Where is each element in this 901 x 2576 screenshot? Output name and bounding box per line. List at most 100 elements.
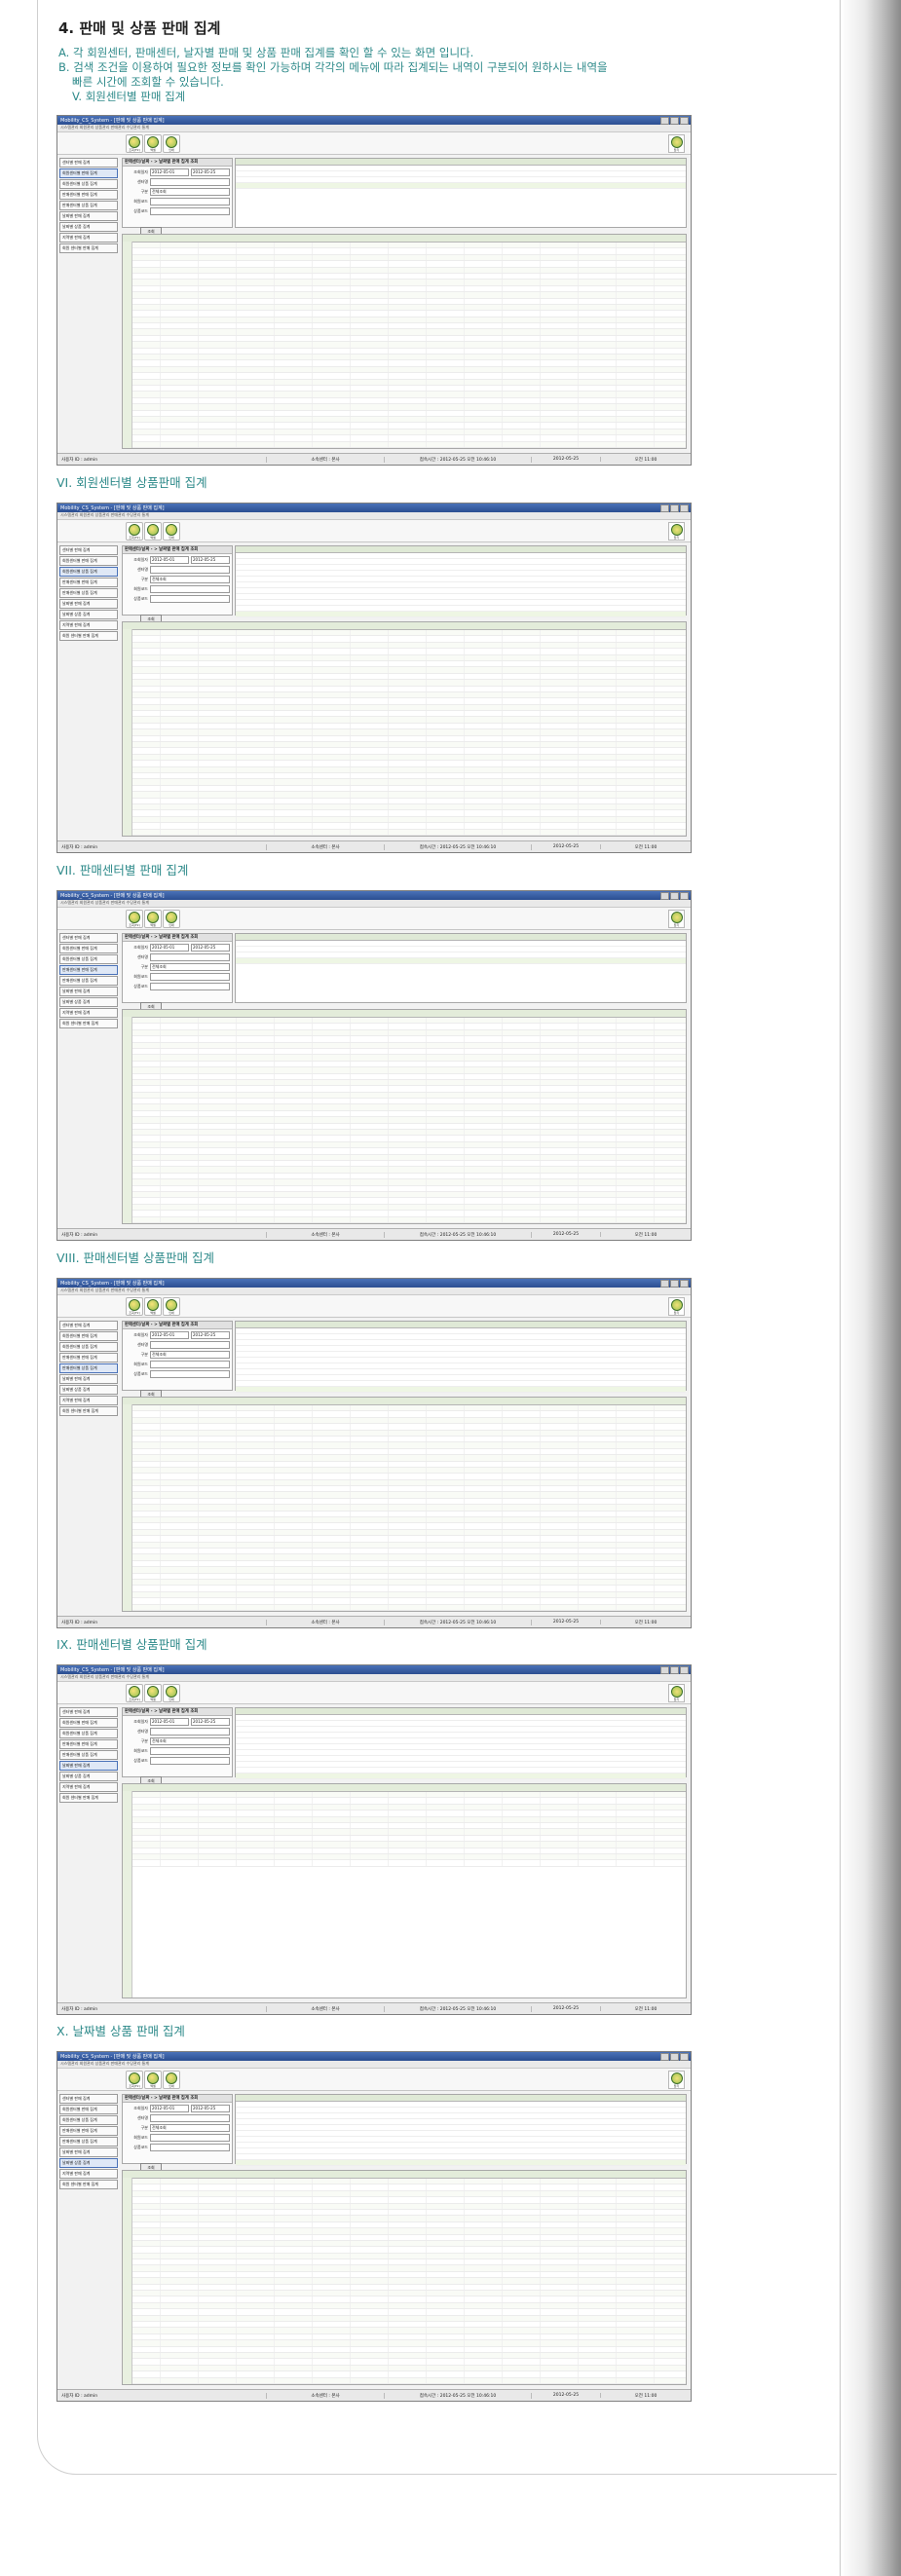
search-button[interactable]: 조회(F2) — [126, 1684, 143, 1702]
table-row[interactable] — [123, 1610, 686, 1611]
print-button[interactable]: 인쇄 — [163, 2071, 180, 2089]
date-to-input[interactable]: 2012-05-25 — [191, 944, 230, 952]
sidebar-item[interactable]: 판매센터별 판매 집계 — [59, 190, 118, 200]
summary-grid[interactable] — [235, 1707, 687, 1779]
member-input[interactable] — [150, 2134, 230, 2142]
search-button[interactable]: 조회(F2) — [126, 134, 143, 153]
product-input[interactable] — [150, 983, 230, 990]
sidebar-item[interactable]: 판매센터별 상품 집계 — [59, 1363, 118, 1373]
exit-button[interactable]: 닫기 — [668, 522, 685, 541]
member-input[interactable] — [150, 198, 230, 205]
maximize-icon[interactable] — [670, 891, 679, 900]
table-row[interactable] — [123, 447, 686, 448]
sidebar-item[interactable]: 날짜별 판매 집계 — [59, 987, 118, 996]
maximize-icon[interactable] — [670, 1279, 679, 1288]
member-input[interactable] — [150, 1747, 230, 1755]
detail-grid[interactable] — [122, 1783, 687, 1998]
sidebar-item[interactable]: 날짜별 상품 집계 — [59, 2158, 118, 2168]
sidebar-item[interactable]: 센터별 판매 집계 — [59, 1707, 118, 1717]
detail-grid[interactable] — [122, 234, 687, 449]
sidebar-item[interactable]: 센터별 판매 집계 — [59, 933, 118, 943]
center-select[interactable] — [150, 566, 230, 574]
sidebar-item[interactable]: 판매센터별 판매 집계 — [59, 965, 118, 975]
type-select[interactable]: 전체조회 — [150, 188, 230, 196]
sidebar-item[interactable]: 판매센터별 상품 집계 — [59, 2137, 118, 2147]
detail-grid[interactable] — [122, 1009, 687, 1224]
close-icon[interactable] — [680, 1665, 689, 1674]
sidebar-item[interactable]: 회원센터별 상품 집계 — [59, 1342, 118, 1352]
print-button[interactable]: 인쇄 — [163, 1297, 180, 1316]
table-row[interactable] — [123, 1860, 686, 1867]
sidebar-item[interactable]: 지역별 판매 집계 — [59, 1782, 118, 1792]
detail-grid[interactable] — [122, 1397, 687, 1612]
sidebar-item[interactable]: 날짜별 판매 집계 — [59, 211, 118, 221]
summary-grid[interactable] — [235, 545, 687, 617]
sidebar-item[interactable]: 회원센터별 상품 집계 — [59, 1729, 118, 1738]
sidebar-item[interactable]: 회원센터별 판매 집계 — [59, 1331, 118, 1341]
summary-grid[interactable] — [235, 1321, 687, 1393]
sidebar-item[interactable]: 회원 센터별 판매 집계 — [59, 243, 118, 253]
summary-grid[interactable] — [235, 158, 687, 228]
date-from-input[interactable]: 2012-05-01 — [150, 2105, 189, 2112]
excel-button[interactable]: 엑셀 — [144, 1297, 162, 1316]
excel-button[interactable]: 엑셀 — [144, 910, 162, 928]
excel-button[interactable]: 엑셀 — [144, 522, 162, 541]
sidebar-item[interactable]: 판매센터별 상품 집계 — [59, 588, 118, 598]
center-select[interactable] — [150, 1341, 230, 1349]
close-icon[interactable] — [680, 504, 689, 512]
sidebar-item[interactable]: 지역별 판매 집계 — [59, 2169, 118, 2179]
date-from-input[interactable]: 2012-05-01 — [150, 556, 189, 564]
summary-grid[interactable] — [235, 933, 687, 1003]
sidebar-item[interactable]: 판매센터별 판매 집계 — [59, 1353, 118, 1363]
date-from-input[interactable]: 2012-05-01 — [150, 1331, 189, 1339]
center-select[interactable] — [150, 178, 230, 186]
sidebar-item[interactable]: 회원센터별 판매 집계 — [59, 168, 118, 178]
sidebar-item[interactable]: 판매센터별 상품 집계 — [59, 976, 118, 986]
date-to-input[interactable]: 2012-05-25 — [191, 1718, 230, 1726]
menubar[interactable]: 시스템관리 회원관리 상품관리 판매관리 수당관리 통계 — [57, 512, 691, 520]
table-row[interactable] — [123, 2383, 686, 2384]
print-button[interactable]: 인쇄 — [163, 522, 180, 541]
menubar[interactable]: 시스템관리 회원관리 상품관리 판매관리 수당관리 통계 — [57, 1288, 691, 1295]
menubar[interactable]: 시스템관리 회원관리 상품관리 판매관리 수당관리 통계 — [57, 125, 691, 132]
exit-button[interactable]: 닫기 — [668, 910, 685, 928]
table-row[interactable] — [123, 835, 686, 836]
maximize-icon[interactable] — [670, 1665, 679, 1674]
sidebar-item[interactable]: 지역별 판매 집계 — [59, 1008, 118, 1018]
sidebar-item[interactable]: 판매센터별 판매 집계 — [59, 578, 118, 587]
sidebar-item[interactable]: 회원센터별 판매 집계 — [59, 1718, 118, 1728]
sidebar-item[interactable]: 날짜별 판매 집계 — [59, 1761, 118, 1771]
product-input[interactable] — [150, 2144, 230, 2151]
center-select[interactable] — [150, 953, 230, 961]
sidebar-item[interactable]: 회원 센터별 판매 집계 — [59, 1793, 118, 1803]
menubar[interactable]: 시스템관리 회원관리 상품관리 판매관리 수당관리 통계 — [57, 1674, 691, 1682]
member-input[interactable] — [150, 1361, 230, 1368]
sidebar-item[interactable]: 센터별 판매 집계 — [59, 545, 118, 555]
sidebar-item[interactable]: 회원센터별 판매 집계 — [59, 944, 118, 953]
summary-grid[interactable] — [235, 2094, 687, 2166]
minimize-icon[interactable] — [660, 1279, 669, 1288]
maximize-icon[interactable] — [670, 116, 679, 125]
sidebar-item[interactable]: 날짜별 판매 집계 — [59, 599, 118, 609]
close-icon[interactable] — [680, 116, 689, 125]
close-icon[interactable] — [680, 891, 689, 900]
member-input[interactable] — [150, 973, 230, 981]
excel-button[interactable]: 엑셀 — [144, 2071, 162, 2089]
search-button[interactable]: 조회(F2) — [126, 2071, 143, 2089]
sidebar-item[interactable]: 센터별 판매 집계 — [59, 1321, 118, 1330]
menubar[interactable]: 시스템관리 회원관리 상품관리 판매관리 수당관리 통계 — [57, 2061, 691, 2069]
close-icon[interactable] — [680, 1279, 689, 1288]
sidebar-item[interactable]: 회원센터별 상품 집계 — [59, 2115, 118, 2125]
member-input[interactable] — [150, 585, 230, 593]
minimize-icon[interactable] — [660, 2052, 669, 2061]
sidebar-item[interactable]: 회원센터별 판매 집계 — [59, 556, 118, 566]
sidebar-item[interactable]: 판매센터별 판매 집계 — [59, 2126, 118, 2136]
sidebar-item[interactable]: 판매센터별 판매 집계 — [59, 1739, 118, 1749]
table-row[interactable] — [123, 1222, 686, 1223]
center-select[interactable] — [150, 2114, 230, 2122]
date-to-input[interactable]: 2012-05-25 — [191, 1331, 230, 1339]
date-to-input[interactable]: 2012-05-25 — [191, 168, 230, 176]
detail-grid[interactable] — [122, 2170, 687, 2385]
date-to-input[interactable]: 2012-05-25 — [191, 2105, 230, 2112]
sidebar-item[interactable]: 판매센터별 상품 집계 — [59, 1750, 118, 1760]
